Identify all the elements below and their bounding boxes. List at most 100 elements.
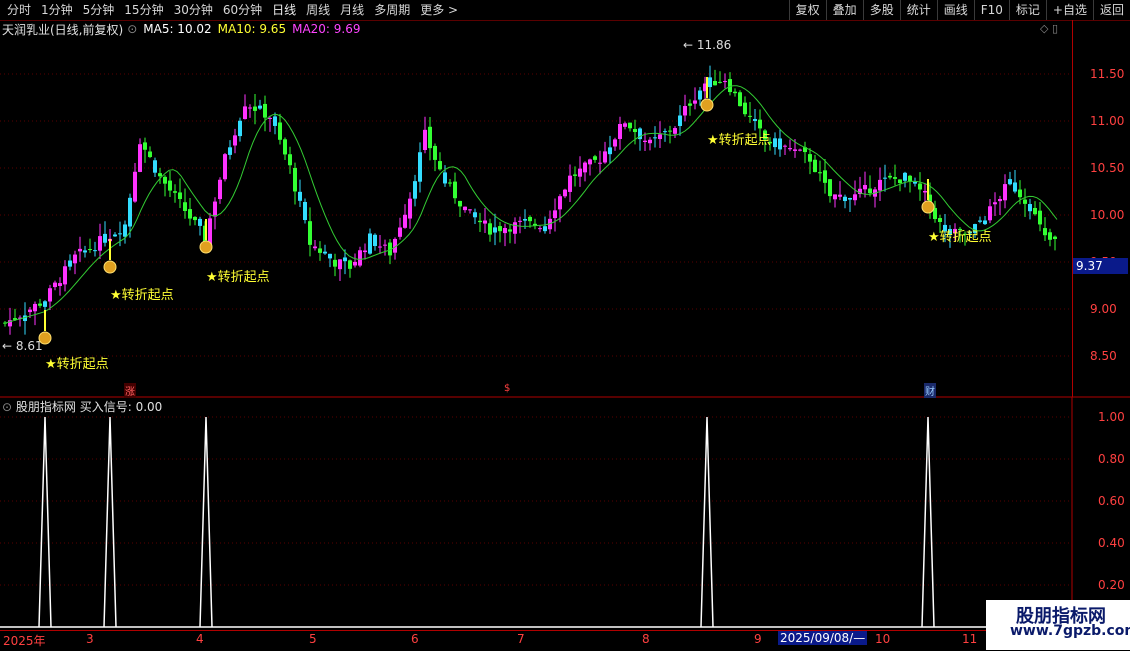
candle-body [633,129,637,133]
indicator-title-bar: ⊙ 股朋指标网 买入信号: 0.00 [2,398,162,415]
candle-body [198,218,202,226]
candle-body [223,154,227,180]
indicator-site-name: 股朋指标网 [15,400,76,414]
candle-body [233,135,237,146]
candle-body [1003,184,1007,201]
date-tick-label: 11 [962,632,978,646]
watermark-url: www.7gpzb.com [1010,623,1130,639]
date-cursor: 2025/09/08/— [778,631,868,645]
candle-body [808,154,812,162]
price-tick-label: 8.50 [1090,349,1117,363]
candle-body [503,228,507,234]
candle-body [333,259,337,267]
candle-body [838,194,842,197]
candle-body [1048,232,1052,240]
current-price-badge: 9.37 [1073,258,1128,274]
candle-body [263,103,267,118]
candle-body [413,181,417,199]
high-marker: ← 11.86 [683,38,731,52]
candle-body [458,200,462,207]
candle-body [578,168,582,177]
candle-body [833,194,837,200]
candle-body [443,172,447,184]
candle-body [428,126,432,149]
candle-body [868,188,872,194]
candle-body [493,227,497,233]
candle-body [1013,182,1017,192]
money-bag-icon [921,200,935,214]
low-marker: ← 8.61 [2,339,43,353]
date-tick-label: 2025年 [3,634,46,648]
candle-body [733,91,737,94]
candle-body [1033,208,1037,215]
money-bag-icon [38,331,52,345]
candle-body [418,152,422,182]
candle-body [818,172,822,174]
candle-body [848,198,852,200]
candle-body [648,139,652,144]
candle-body [168,180,172,191]
candle-body [563,189,567,197]
candle-body [988,206,992,221]
candle-body [658,134,662,140]
candle-body [773,138,777,148]
candle-body [98,236,102,251]
candle-body [143,142,147,150]
candle-body [178,192,182,200]
date-tick-label: 4 [196,632,204,646]
candle-body [278,122,282,140]
candle-body [728,79,732,93]
candle-body [568,175,572,192]
date-tick-label: 8 [642,632,650,646]
candle-body [828,179,832,197]
event-cai[interactable]: 财 [924,383,936,398]
candle-body [643,140,647,142]
candle-body [318,248,322,253]
candle-body [248,107,252,109]
candle-body [898,179,902,184]
candle-body [923,190,927,193]
candle-body [163,176,167,184]
candle-body [1043,228,1047,236]
candle-body [793,149,797,151]
candle-body [118,233,122,235]
candle-body [823,170,827,183]
kline-chart[interactable]: ← 11.86← 8.61★转折起点★转折起点★转折起点★转折起点★转折起点 [0,0,1130,650]
candle-body [588,159,592,165]
candle-body [538,228,542,230]
candle-body [553,210,557,219]
candle-body [303,201,307,221]
event-zhang[interactable]: 涨 [124,383,136,398]
candle-body [798,149,802,151]
candle-body [513,222,517,234]
candle-body [138,144,142,172]
candle-body [173,191,177,193]
date-tick-label: 9 [754,632,762,646]
price-tick-label: 9.00 [1090,302,1117,316]
candle-body [603,151,607,163]
candle-body [468,209,472,211]
candle-body [433,145,437,160]
candle-body [253,106,257,111]
candle-body [193,216,197,221]
indicator-tick-label: 0.80 [1098,452,1125,466]
candle-body [68,260,72,267]
candle-body [543,226,547,232]
candle-body [88,249,92,251]
pane-toggle-icon[interactable]: ⊙ [2,400,12,414]
candle-body [453,181,457,199]
candle-body [673,128,677,134]
candle-body [348,260,352,269]
candle-body [623,123,627,127]
candle-body [243,106,247,120]
indicator-value: 买入信号: 0.00 [79,400,163,414]
candle-body [618,123,622,139]
candle-body [998,199,1002,202]
signal-spike [199,416,213,628]
candle-body [313,246,317,249]
candle-body [698,90,702,100]
candle-body [288,154,292,166]
candle-body [368,233,372,254]
event-dollar[interactable]: $ [503,383,511,394]
candle-body [43,301,47,307]
